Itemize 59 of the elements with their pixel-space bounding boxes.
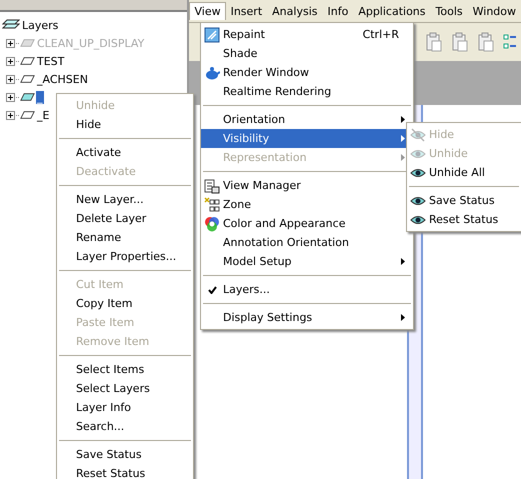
layer-icon [20,38,35,48]
menu-bar-item[interactable]: Window [468,2,521,20]
layer-icon [20,74,35,84]
menu-item[interactable]: New Layer... [57,190,193,209]
menu-bar-item[interactable]: Analysis [267,2,322,20]
submenu-arrow-icon [401,314,405,321]
menu-item[interactable]: Rename [57,228,193,247]
menu-bar-item[interactable]: View [189,2,226,20]
menu-item[interactable]: Reset Status [57,464,193,479]
expand-icon[interactable] [6,92,15,102]
menu-item[interactable]: Realtime Rendering [201,82,413,101]
menu-item[interactable]: Select Layers [57,379,193,398]
menu-bar-item[interactable]: Insert [226,2,268,20]
tree-root-label[interactable]: Layers [21,18,60,32]
menu-item[interactable]: Save Status [57,445,193,464]
menu-bar-item[interactable]: Info [322,2,354,20]
layer-label[interactable]: TEST [36,54,66,68]
grid-icon [204,196,220,212]
expand-icon[interactable] [6,74,15,84]
menu-item[interactable]: Repaint Ctrl+R [201,25,413,44]
menu-item[interactable]: Delete Layer [57,209,193,228]
menu-bar-item[interactable]: Applications [353,2,431,20]
menu-item[interactable]: Activate [57,143,193,162]
menu-item[interactable]: Save Status [407,191,521,210]
menu-item[interactable]: Copy Item [57,294,193,313]
layer-icon [20,92,35,102]
submenu-arrow-icon [401,116,405,123]
clipboard-icon[interactable] [451,32,469,52]
expand-icon[interactable] [6,56,15,66]
menu-item[interactable]: Annotation Orientation [201,233,413,252]
layer-label[interactable]: _E [36,108,50,122]
layer-label[interactable]: _ [36,90,44,104]
clipboard-icon[interactable] [477,32,495,52]
menu-bar-item[interactable]: Tools [430,2,468,20]
color-circles-icon [204,216,220,232]
menu-item[interactable]: Display Settings [201,308,413,327]
clipboard-icon[interactable] [425,32,443,52]
menu-item[interactable]: Layers... [201,280,413,299]
menu-item[interactable]: Unhide All [407,163,521,182]
expand-icon[interactable] [6,38,15,48]
expand-icon[interactable] [6,110,15,120]
menu-item[interactable]: Layer Properties... [57,247,193,266]
menu-item[interactable]: Render Window [201,63,413,82]
menu-item[interactable]: Select Items [57,360,193,379]
menu-item[interactable]: Model Setup [201,252,413,271]
layer-icon [20,56,35,66]
repaint-icon [204,26,220,42]
menu-item[interactable]: Layer Info [57,398,193,417]
submenu-arrow-icon [401,154,405,161]
menu-item[interactable]: Hide [57,115,193,134]
menu-item[interactable]: Reset Status [407,210,521,229]
eye-off-icon [410,126,426,142]
menu-item[interactable]: Search... [57,417,193,436]
layer-label[interactable]: _ACHSEN [36,72,89,86]
teapot-icon [204,64,220,80]
menu-item[interactable]: Shade [201,44,413,63]
list-icon [204,178,220,194]
submenu-arrow-icon [401,258,405,265]
layer-icon [20,110,35,120]
